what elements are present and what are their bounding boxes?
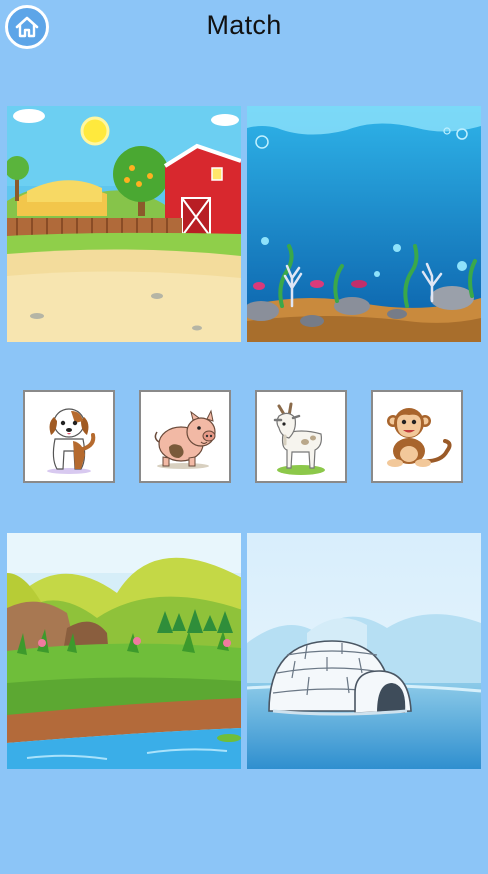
ocean-scene-tile[interactable] xyxy=(247,106,481,342)
dog-card[interactable] xyxy=(23,390,115,483)
monkey-icon xyxy=(387,407,452,467)
pig-icon xyxy=(154,408,216,469)
arctic-scene-tile[interactable] xyxy=(247,533,481,769)
page-title: Match xyxy=(206,10,282,40)
river-scene-tile[interactable] xyxy=(7,533,241,769)
monkey-card[interactable] xyxy=(371,390,463,483)
farm-scene-tile[interactable] xyxy=(7,106,241,342)
goat-icon xyxy=(273,402,325,475)
dog-icon xyxy=(47,407,96,474)
pig-card[interactable] xyxy=(139,390,231,483)
goat-card[interactable] xyxy=(255,390,347,483)
